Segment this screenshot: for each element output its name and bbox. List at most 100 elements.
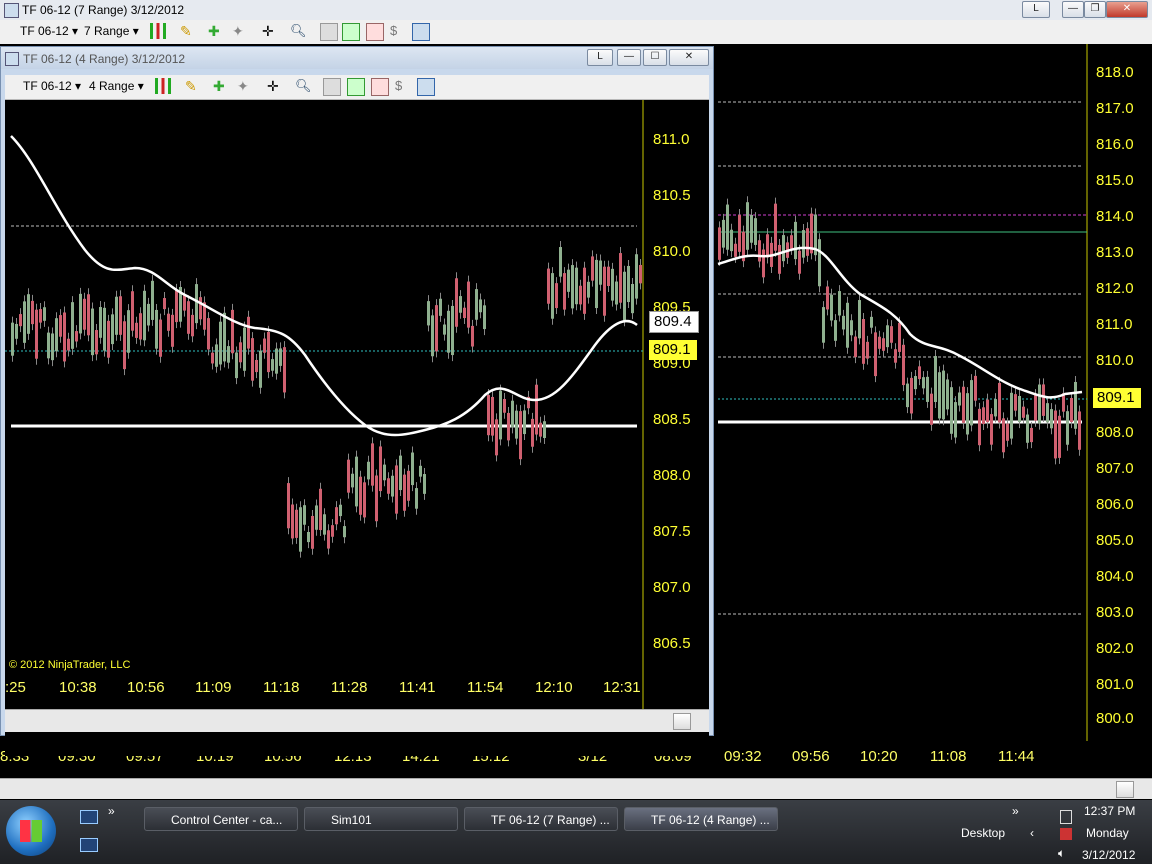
period-selector[interactable]: 7 Range ▾ <box>84 24 139 38</box>
main-price-tick: 806.0 <box>1096 496 1134 513</box>
chart-trader-icon[interactable] <box>412 23 430 41</box>
properties-icon[interactable] <box>320 23 338 41</box>
show-desktop-icon[interactable] <box>80 810 98 824</box>
pencil-icon[interactable]: ✎ <box>185 78 201 94</box>
candle-body <box>966 393 969 435</box>
strategy-icon[interactable]: ✦ <box>237 78 253 94</box>
candle-body <box>307 531 310 543</box>
clock-day[interactable]: Monday <box>1086 826 1129 840</box>
switch-windows-icon[interactable] <box>80 838 98 852</box>
desktop-toolbar-label[interactable]: Desktop <box>961 826 1005 840</box>
candle-body <box>718 227 721 260</box>
candle-body <box>611 268 614 301</box>
inner-chart-panel[interactable] <box>5 100 709 756</box>
candle-body <box>978 408 981 446</box>
candle-body <box>431 315 434 357</box>
pencil-icon[interactable]: ✎ <box>180 23 196 39</box>
main-scrollbar-thumb[interactable] <box>1116 781 1134 798</box>
add-indicator-icon[interactable]: ✚ <box>208 23 224 39</box>
inner-instrument-label: TF 06-12 <box>23 79 72 93</box>
inner-restore-layout-button[interactable]: L <box>587 49 613 66</box>
add-indicator-icon[interactable]: ✚ <box>213 78 229 94</box>
candle-body <box>235 352 238 379</box>
main-scrollbar[interactable] <box>0 778 1152 799</box>
candle-body <box>607 266 610 286</box>
dollar-icon[interactable]: $ <box>395 78 411 94</box>
quicklaunch-chevron-icon[interactable]: » <box>108 804 115 818</box>
candle-body <box>834 320 837 341</box>
network-icon[interactable] <box>1060 828 1072 840</box>
taskbar-chevron-icon[interactable]: » <box>1012 804 1019 818</box>
clock-time[interactable]: 12:37 PM <box>1084 804 1135 818</box>
inner-close-button[interactable]: ✕ <box>669 49 709 66</box>
close-button[interactable]: ✕ <box>1106 1 1148 18</box>
zoom-icon[interactable]: 🔍︎ <box>290 23 307 39</box>
main-price-tick: 818.0 <box>1096 64 1134 81</box>
candle-body <box>962 386 965 423</box>
zoom-icon[interactable]: 🔍︎ <box>295 78 312 94</box>
strategy-icon[interactable]: ✦ <box>232 23 248 39</box>
candle-body <box>1002 418 1005 453</box>
maximize-button[interactable]: ❐ <box>1084 1 1106 18</box>
candle-body <box>850 320 853 336</box>
taskbar-button-control-center[interactable]: Control Center - ca... <box>144 807 298 831</box>
clock-date[interactable]: 3/12/2012 <box>1082 848 1135 862</box>
inner-time-tick: 11:54 <box>467 679 504 696</box>
tray-expand-icon[interactable]: ‹ <box>1030 826 1034 840</box>
main-title-bar[interactable]: TF 06-12 (7 Range) 3/12/2012 L — ❐ ✕ <box>0 0 1152 20</box>
data-box-icon[interactable] <box>342 23 360 41</box>
inner-maximize-button[interactable]: ☐ <box>643 49 667 66</box>
dollar-icon[interactable]: $ <box>390 23 406 39</box>
inner-scrollbar-thumb[interactable] <box>673 713 691 730</box>
taskbar-button-tf-4-range[interactable]: TF 06-12 (4 Range) ... <box>624 807 778 831</box>
period-label: 7 Range <box>84 24 130 38</box>
candle-body <box>383 464 386 481</box>
main-price-tick: 802.0 <box>1096 640 1134 657</box>
inner-time-tick: 11:18 <box>263 679 300 696</box>
inner-time-tick: :25 <box>5 679 26 696</box>
main-time-tick: 10:20 <box>860 748 898 765</box>
candle-body <box>1022 406 1025 418</box>
candle-body <box>563 273 566 310</box>
instrument-label: TF 06-12 <box>20 24 69 38</box>
volume-icon[interactable]: 🔈︎ <box>1058 846 1065 861</box>
battery-icon[interactable] <box>1060 810 1072 824</box>
properties-icon[interactable] <box>323 78 341 96</box>
candle-body <box>990 414 993 445</box>
inner-period-selector[interactable]: 4 Range ▾ <box>89 79 144 93</box>
taskbar-button-sim101[interactable]: Sim101 <box>304 807 458 831</box>
candle-body <box>994 399 997 417</box>
start-button[interactable] <box>6 806 56 856</box>
inner-period-label: 4 Range <box>89 79 135 93</box>
candle-body <box>175 289 178 323</box>
candle-body <box>267 331 270 373</box>
candle-body <box>902 344 905 386</box>
chart-trader-icon[interactable] <box>417 78 435 96</box>
crosshair-icon[interactable]: ✛ <box>262 23 278 39</box>
inner-scrollbar[interactable] <box>5 709 709 732</box>
candle-body <box>734 243 737 257</box>
candle-body <box>758 240 761 262</box>
candle-body <box>491 396 494 436</box>
bar-type-icon[interactable] <box>150 23 166 39</box>
minimize-button[interactable]: — <box>1062 1 1084 18</box>
inner-price-tick: 807.0 <box>653 579 691 596</box>
inner-minimize-button[interactable]: — <box>617 49 641 66</box>
performance-icon[interactable] <box>366 23 384 41</box>
candle-body <box>87 294 90 336</box>
candle-body <box>375 475 378 522</box>
data-box-icon[interactable] <box>347 78 365 96</box>
instrument-selector[interactable]: TF 06-12 ▾ <box>20 24 78 38</box>
inner-title-bar[interactable]: TF 06-12 (4 Range) 3/12/2012 L — ☐ ✕ <box>1 47 713 69</box>
candle-body <box>475 289 478 320</box>
crosshair-icon[interactable]: ✛ <box>267 78 283 94</box>
candle-body <box>263 338 266 353</box>
restore-layout-button[interactable]: L <box>1022 1 1050 18</box>
candle-body <box>271 359 274 371</box>
performance-icon[interactable] <box>371 78 389 96</box>
inner-instrument-selector[interactable]: TF 06-12 ▾ <box>23 79 81 93</box>
candle-body <box>507 412 510 441</box>
taskbar-button-tf-7-range[interactable]: TF 06-12 (7 Range) ... <box>464 807 618 831</box>
bar-type-icon[interactable] <box>155 78 171 94</box>
candle-body <box>427 301 430 326</box>
